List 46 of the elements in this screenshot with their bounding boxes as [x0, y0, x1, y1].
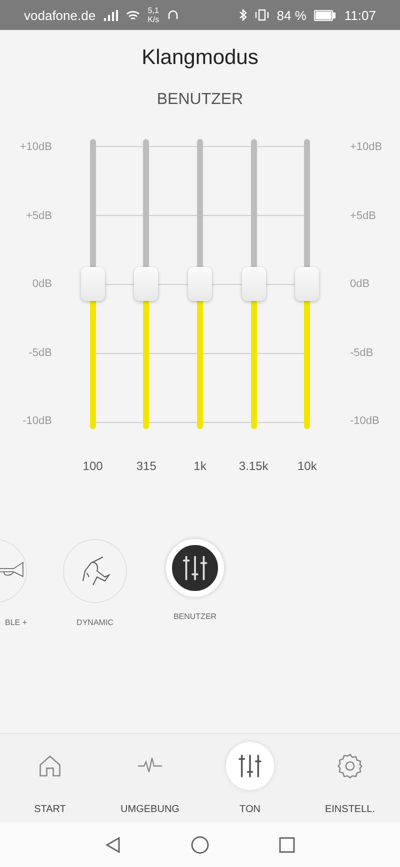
- frequency-label: 1k: [192, 459, 208, 473]
- db-label: -10dB: [349, 415, 380, 427]
- mode-label: BENUTZER: [173, 612, 217, 621]
- page-title: Klangmodus: [140, 46, 260, 71]
- vibrate-icon: [254, 9, 269, 21]
- nav-tab[interactable]: UMGEBUNG: [100, 734, 200, 822]
- frequency-label: 100: [82, 459, 104, 473]
- db-label: +5dB: [25, 210, 53, 222]
- frequency-label: 3.15k: [238, 459, 270, 473]
- settings-icon: [336, 752, 364, 780]
- back-icon[interactable]: [105, 836, 121, 854]
- equalizer-icon: [180, 553, 210, 583]
- nav-tab[interactable]: START: [0, 734, 100, 822]
- mode-label: BLE +: [4, 618, 27, 627]
- slider-thumb[interactable]: [134, 267, 158, 301]
- nav-tab[interactable]: TON: [200, 734, 300, 822]
- db-label: -5dB: [349, 346, 374, 358]
- signal-icon: [104, 10, 118, 20]
- wifi-icon: [126, 10, 140, 20]
- home-icon: [37, 753, 63, 779]
- recents-icon[interactable]: [279, 836, 295, 852]
- db-label: -10dB: [22, 415, 53, 427]
- nav-tab[interactable]: EINSTELL.: [300, 734, 400, 822]
- home-button-icon[interactable]: [191, 836, 209, 854]
- db-label: +10dB: [18, 141, 53, 153]
- db-label: +5dB: [349, 210, 377, 222]
- battery-percent: 84 %: [276, 8, 306, 22]
- frequency-label: 315: [135, 459, 158, 473]
- carrier-name: vodafone.de: [24, 8, 96, 22]
- preset-name: BENUTZER: [156, 91, 244, 110]
- frequency-label: 10k: [296, 459, 318, 473]
- network-speed: 5,1 K/s: [148, 6, 160, 24]
- bluetooth-icon: [238, 9, 247, 21]
- headphones-icon: [167, 9, 180, 21]
- db-label: 0dB: [349, 278, 371, 290]
- db-label: -5dB: [28, 346, 53, 358]
- mode-label: DYNAMIC: [76, 618, 114, 627]
- equalizer-icon: [236, 752, 264, 780]
- clock-time: 11:07: [344, 8, 376, 22]
- db-label: 0dB: [31, 278, 53, 290]
- slider-thumb[interactable]: [295, 267, 320, 301]
- slider-thumb[interactable]: [188, 267, 212, 301]
- battery-icon: [314, 10, 336, 20]
- slider-thumb[interactable]: [242, 267, 266, 301]
- db-label: +10dB: [349, 141, 384, 153]
- slider-thumb[interactable]: [80, 267, 105, 301]
